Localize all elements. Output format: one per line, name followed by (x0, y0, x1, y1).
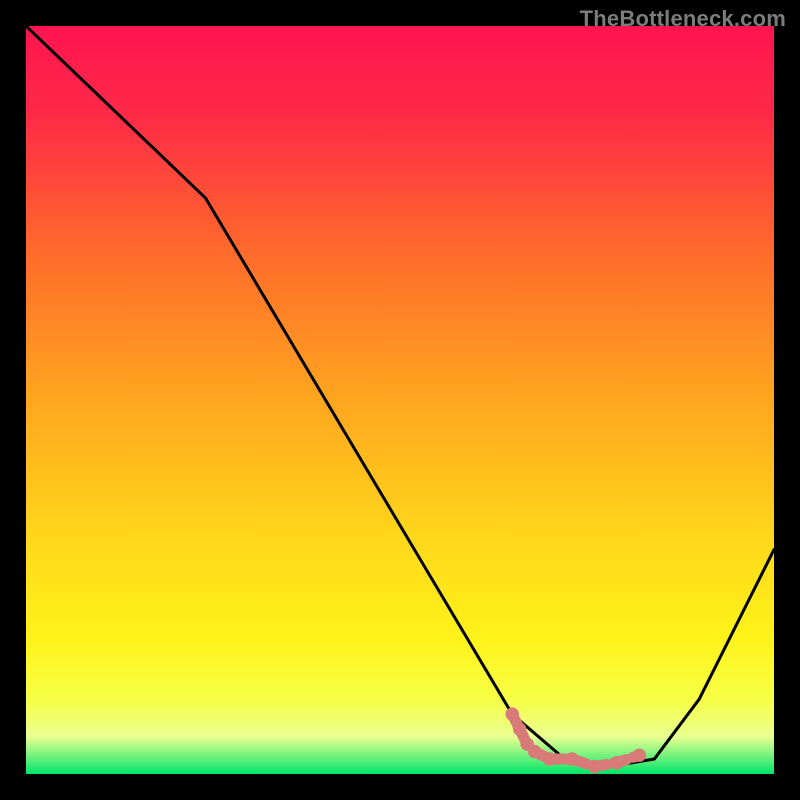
highlight-dot (610, 756, 623, 769)
gradient-bg (26, 26, 774, 774)
chart-svg (26, 26, 774, 774)
plot-area (26, 26, 774, 774)
highlight-dot (588, 760, 601, 773)
highlight-dot (565, 752, 578, 765)
highlight-dot (543, 752, 556, 765)
highlight-dot (505, 707, 518, 720)
highlight-dot (633, 749, 646, 762)
chart-frame: TheBottleneck.com (0, 0, 800, 800)
highlight-dot (528, 745, 541, 758)
watermark-text: TheBottleneck.com (580, 6, 786, 32)
highlight-dot (513, 722, 526, 735)
